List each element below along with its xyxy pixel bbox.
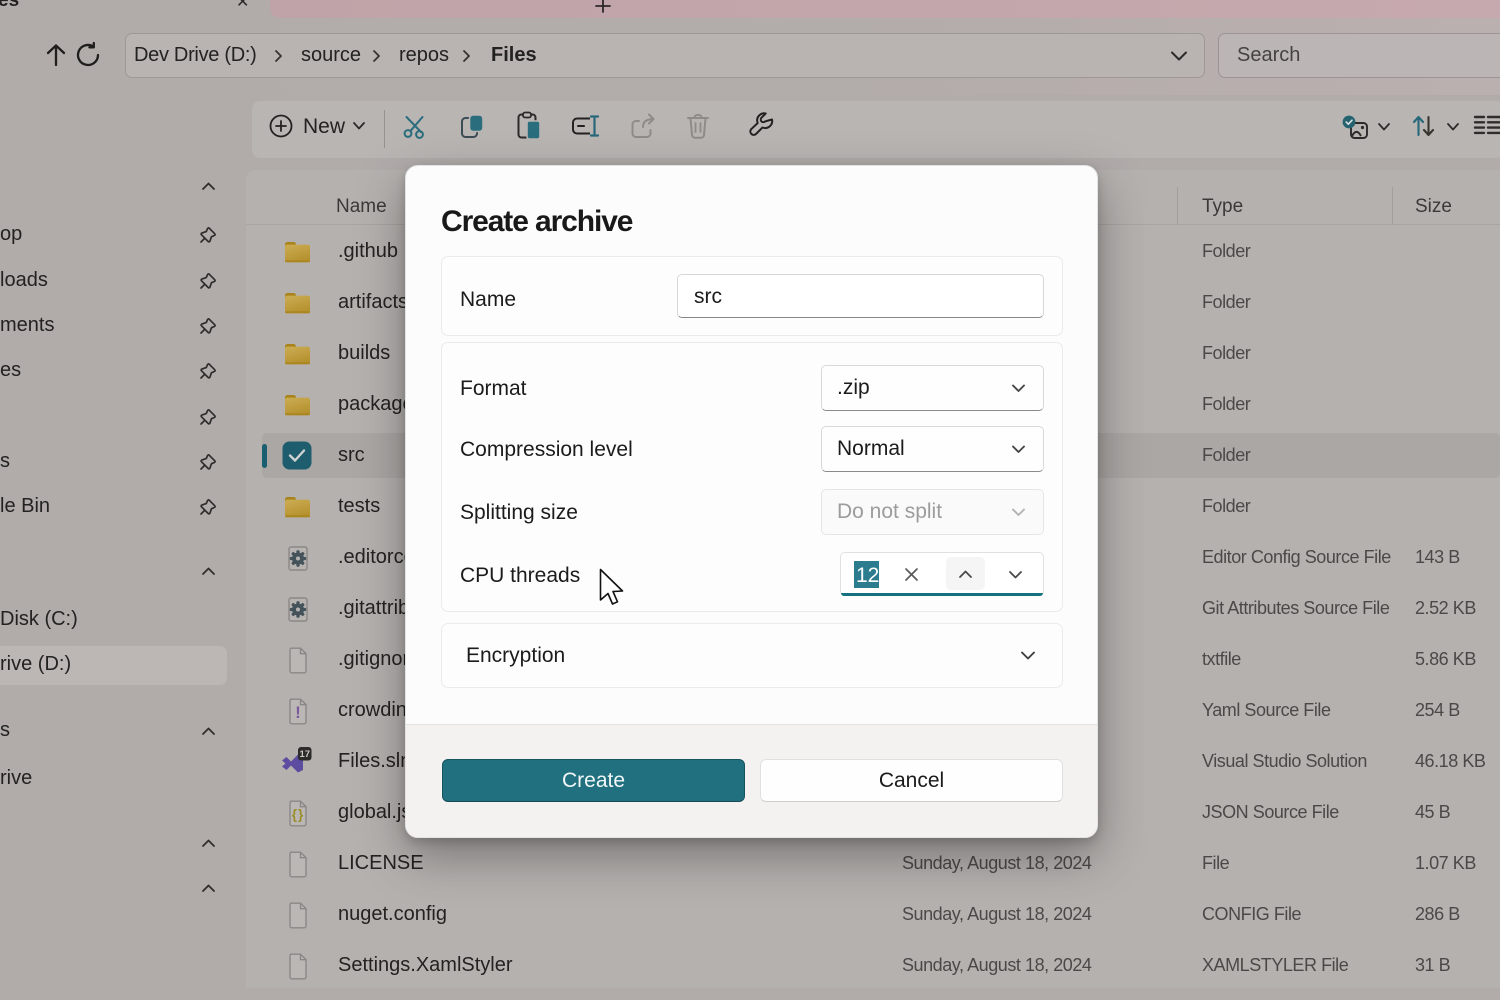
svg-text:!: ! — [295, 703, 301, 722]
svg-text:17: 17 — [300, 749, 311, 760]
svg-text:{}: {} — [292, 807, 305, 822]
